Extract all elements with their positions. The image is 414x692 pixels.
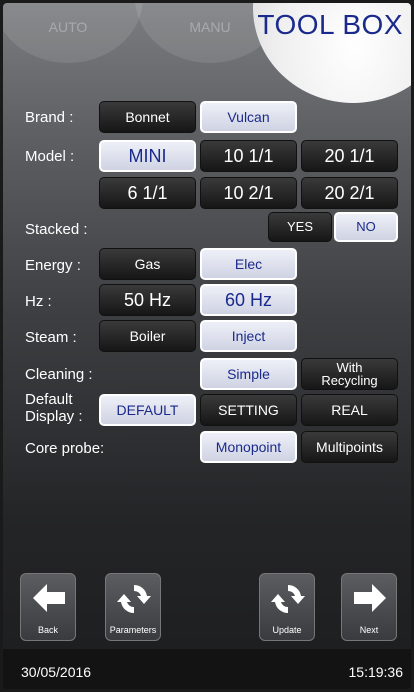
stacked-no-button[interactable]: NO — [334, 212, 398, 242]
toolbox-title: TOOL BOX — [257, 9, 403, 40]
model-label: Model : — [25, 148, 75, 165]
hz-50-button[interactable]: 50 Hz — [99, 284, 196, 316]
stacked-yes-button[interactable]: YES — [268, 212, 332, 242]
brand-label: Brand : — [25, 109, 74, 126]
refresh-icon — [117, 584, 151, 614]
hz-label: Hz : — [25, 293, 52, 310]
back-button[interactable]: Back — [20, 573, 76, 641]
cleaning-label: Cleaning : — [25, 366, 93, 383]
default-display-label-line1: Default — [25, 391, 73, 408]
energy-gas-button[interactable]: Gas — [99, 248, 196, 280]
cleaning-with-recycling-button[interactable]: With Recycling — [301, 358, 398, 390]
model-10-2-1-button[interactable]: 10 2/1 — [200, 177, 297, 209]
default-display-label-line2: Display : — [25, 408, 83, 425]
steam-inject-button[interactable]: Inject — [200, 320, 297, 352]
display-default-button[interactable]: DEFAULT — [99, 394, 196, 426]
energy-label: Energy : — [25, 257, 81, 274]
brand-bonnet-button[interactable]: Bonnet — [99, 101, 196, 133]
core-probe-label: Core probe: — [25, 440, 105, 457]
model-mini-button[interactable]: MINI — [99, 140, 196, 172]
display-setting-button[interactable]: SETTING — [200, 394, 297, 426]
model-20-1-1-button[interactable]: 20 1/1 — [301, 140, 398, 172]
brand-vulcan-button[interactable]: Vulcan — [200, 101, 297, 133]
core-probe-monopoint-button[interactable]: Monopoint — [200, 431, 297, 463]
update-button[interactable]: Update — [259, 573, 315, 641]
hz-60-button[interactable]: 60 Hz — [200, 284, 297, 316]
arrow-right-icon — [354, 584, 386, 612]
parameters-label: Parameters — [109, 625, 157, 635]
status-bar: 30/05/2016 15:19:36 — [3, 649, 411, 689]
arrow-left-icon — [33, 584, 65, 612]
refresh-icon — [271, 584, 305, 614]
core-probe-multipoints-button[interactable]: Multipoints — [301, 431, 398, 463]
display-real-button[interactable]: REAL — [301, 394, 398, 426]
update-label: Update — [272, 625, 302, 635]
screen: AUTO MANU TOOL BOX Brand : Bonnet Vulcan… — [3, 3, 411, 689]
model-10-1-1-button[interactable]: 10 1/1 — [200, 140, 297, 172]
steam-label: Steam : — [25, 329, 77, 346]
date-text: 30/05/2016 — [21, 664, 92, 680]
cleaning-simple-button[interactable]: Simple — [200, 358, 297, 390]
stacked-label: Stacked : — [25, 221, 88, 238]
next-button[interactable]: Next — [341, 573, 397, 641]
next-label: Next — [359, 625, 379, 635]
tab-auto-label: AUTO — [48, 19, 88, 35]
model-20-2-1-button[interactable]: 20 2/1 — [301, 177, 398, 209]
parameters-button[interactable]: Parameters — [105, 573, 161, 641]
model-6-1-1-button[interactable]: 6 1/1 — [99, 177, 196, 209]
energy-elec-button[interactable]: Elec — [200, 248, 297, 280]
time-text: 15:19:36 — [348, 664, 404, 680]
tab-auto[interactable]: AUTO — [3, 3, 143, 63]
steam-boiler-button[interactable]: Boiler — [99, 320, 196, 352]
tab-manu-label: MANU — [189, 19, 231, 35]
back-label: Back — [37, 625, 58, 635]
